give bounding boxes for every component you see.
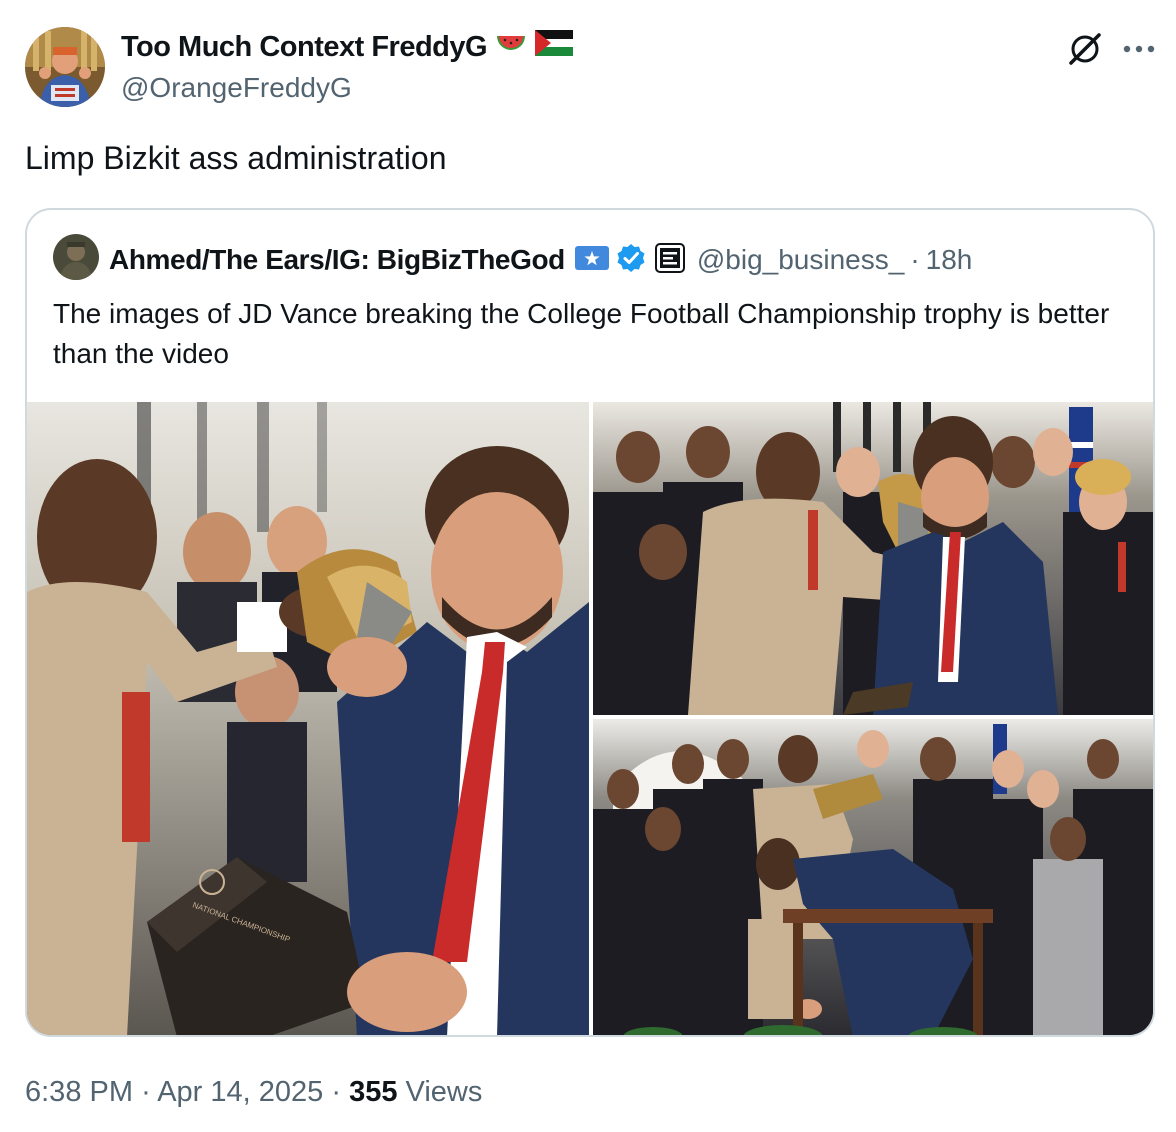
author-name[interactable]: Too Much Context FreddyG [121, 31, 488, 64]
quoted-author-avatar[interactable] [53, 234, 99, 280]
quoted-text: The images of JD Vance breaking the Coll… [53, 298, 1110, 369]
meta-separator: · [331, 1076, 342, 1108]
tweet: Too Much Context FreddyG @OrangeFreddyG [0, 0, 1176, 1132]
watermelon-emoji [495, 31, 527, 64]
author-handle[interactable]: @OrangeFreddyG [121, 72, 352, 104]
tweet-text: Limp Bizkit ass administration [25, 140, 447, 176]
quoted-separator: · [910, 244, 920, 275]
affiliate-badge-icon[interactable] [654, 242, 685, 278]
photo-trophy-broken-on-table[interactable] [593, 719, 1153, 1035]
photo-trophy-handoff-wide[interactable] [593, 402, 1153, 715]
quoted-media-grid: NATIONAL CHAMPIONSHIP [27, 402, 1153, 1035]
more-icon[interactable] [1122, 42, 1156, 54]
meta-separator: · [141, 1076, 151, 1108]
quoted-time[interactable]: 18h [926, 244, 973, 276]
photo-trophy-handoff-closeup[interactable]: NATIONAL CHAMPIONSHIP [27, 402, 589, 1035]
tweet-date[interactable]: Apr 14, 2025 [157, 1076, 323, 1108]
quoted-tweet[interactable]: Ahmed/The Ears/IG: BigBizTheGod @big_bus… [25, 208, 1155, 1037]
views-count[interactable]: 355 [349, 1076, 397, 1108]
views-label[interactable]: Views [406, 1076, 483, 1108]
tweet-time[interactable]: 6:38 PM [25, 1076, 133, 1108]
quoted-author-name[interactable]: Ahmed/The Ears/IG: BigBizTheGod [109, 244, 565, 276]
grok-icon[interactable] [1066, 30, 1104, 68]
quoted-header: Ahmed/The Ears/IG: BigBizTheGod @big_bus… [109, 240, 972, 280]
palestine-flag-emoji [535, 30, 574, 64]
somalia-flag-emoji [574, 245, 609, 275]
tweet-metadata: 6:38 PM · Apr 14, 2025 · 355 Views [25, 1076, 482, 1109]
verified-badge-icon[interactable] [615, 242, 647, 279]
author-name-row[interactable]: Too Much Context FreddyG [121, 30, 574, 64]
author-avatar[interactable] [25, 27, 105, 107]
quoted-author-handle[interactable]: @big_business_ [697, 244, 904, 276]
